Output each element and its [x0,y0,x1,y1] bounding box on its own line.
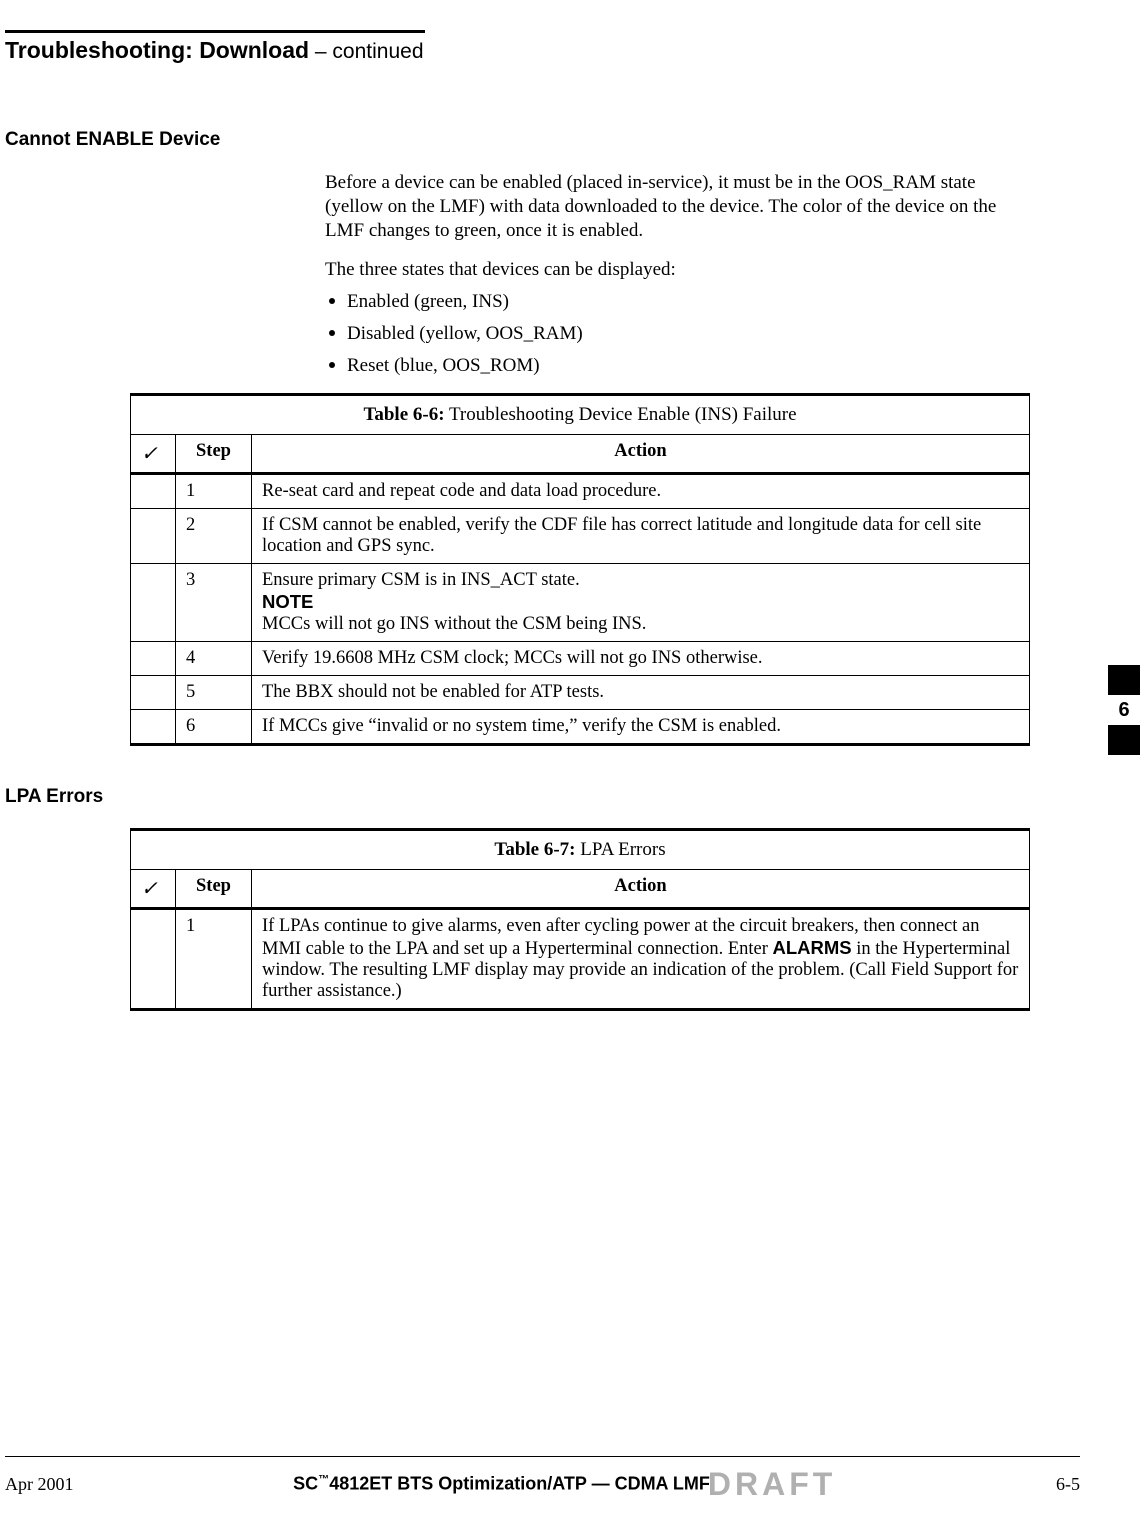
table-row: 6 If MCCs give “invalid or no system tim… [131,710,1030,745]
table-caption: Table 6-7: LPA Errors [131,830,1030,870]
step-num: 4 [176,642,252,676]
step-num: 2 [176,509,252,564]
action-cell: If LPAs continue to give alarms, even af… [252,909,1030,1010]
step-num: 1 [176,474,252,509]
table-row: 3 Ensure primary CSM is in INS_ACT state… [131,564,1030,642]
caption-text: Troubleshooting Device Enable (INS) Fail… [445,404,797,425]
footer-page-number: 6-5 [1056,1474,1080,1495]
paragraph: Before a device can be enabled (placed i… [325,171,1025,242]
table-caption: Table 6-6: Troubleshooting Device Enable… [131,395,1030,435]
step-num: 6 [176,710,252,745]
col-step: Step [176,870,252,909]
section-heading-lpa-errors: LPA Errors [5,786,1080,808]
action-cell: If CSM cannot be enabled, verify the CDF… [252,509,1030,564]
caption-label: Table 6-6: [363,404,444,425]
table-row: 1 Re-seat card and repeat code and data … [131,474,1030,509]
step-num: 1 [176,909,252,1010]
chapter-tab: 6 [1108,665,1140,755]
note-body: MCCs will not go INS without the CSM bei… [262,614,646,634]
state-list: Enabled (green, INS) Disabled (yellow, O… [325,290,1025,377]
table-row: 2 If CSM cannot be enabled, verify the C… [131,509,1030,564]
chapter-number: 6 [1108,695,1140,725]
action-cell: The BBX should not be enabled for ATP te… [252,676,1030,710]
section-heading-cannot-enable: Cannot ENABLE Device [5,129,1080,151]
table-row: 1 If LPAs continue to give alarms, even … [131,909,1030,1010]
title-light: – continued [309,40,423,63]
col-check: ✓ [131,435,176,474]
step-num: 3 [176,564,252,642]
footer-date: Apr 2001 [5,1474,74,1495]
title-strong: Troubleshooting: Download [5,37,309,63]
list-item: Disabled (yellow, OOS_RAM) [325,322,1025,346]
action-cell: If MCCs give “invalid or no system time,… [252,710,1030,745]
caption-text: LPA Errors [576,839,666,860]
caption-label: Table 6-7: [494,839,575,860]
action-bold: ALARMS [773,937,852,958]
col-step: Step [176,435,252,474]
col-action: Action [252,435,1030,474]
action-cell: Ensure primary CSM is in INS_ACT state. … [252,564,1030,642]
note-label: NOTE [262,591,313,612]
col-action: Action [252,870,1030,909]
table-6-7: Table 6-7: LPA Errors ✓ Step Action 1 If… [130,828,1030,1011]
draft-watermark: DRAFT [708,1466,836,1503]
list-item: Enabled (green, INS) [325,290,1025,314]
table-row: 4 Verify 19.6608 MHz CSM clock; MCCs wil… [131,642,1030,676]
col-check: ✓ [131,870,176,909]
action-line: Ensure primary CSM is in INS_ACT state. [262,570,580,590]
page-title: Troubleshooting: Download – continued [5,37,1080,64]
body-block: Before a device can be enabled (placed i… [325,171,1025,377]
list-item: Reset (blue, OOS_ROM) [325,354,1025,378]
step-num: 5 [176,676,252,710]
paragraph: The three states that devices can be dis… [325,258,1025,282]
table-row: 5 The BBX should not be enabled for ATP … [131,676,1030,710]
action-cell: Verify 19.6608 MHz CSM clock; MCCs will … [252,642,1030,676]
footer: Apr 2001 SC™4812ET BTS Optimization/ATP … [5,1456,1080,1503]
footer-doc-title: SC™4812ET BTS Optimization/ATP — CDMA LM… [74,1466,1057,1503]
action-cell: Re-seat card and repeat code and data lo… [252,474,1030,509]
table-6-6: Table 6-6: Troubleshooting Device Enable… [130,393,1030,746]
